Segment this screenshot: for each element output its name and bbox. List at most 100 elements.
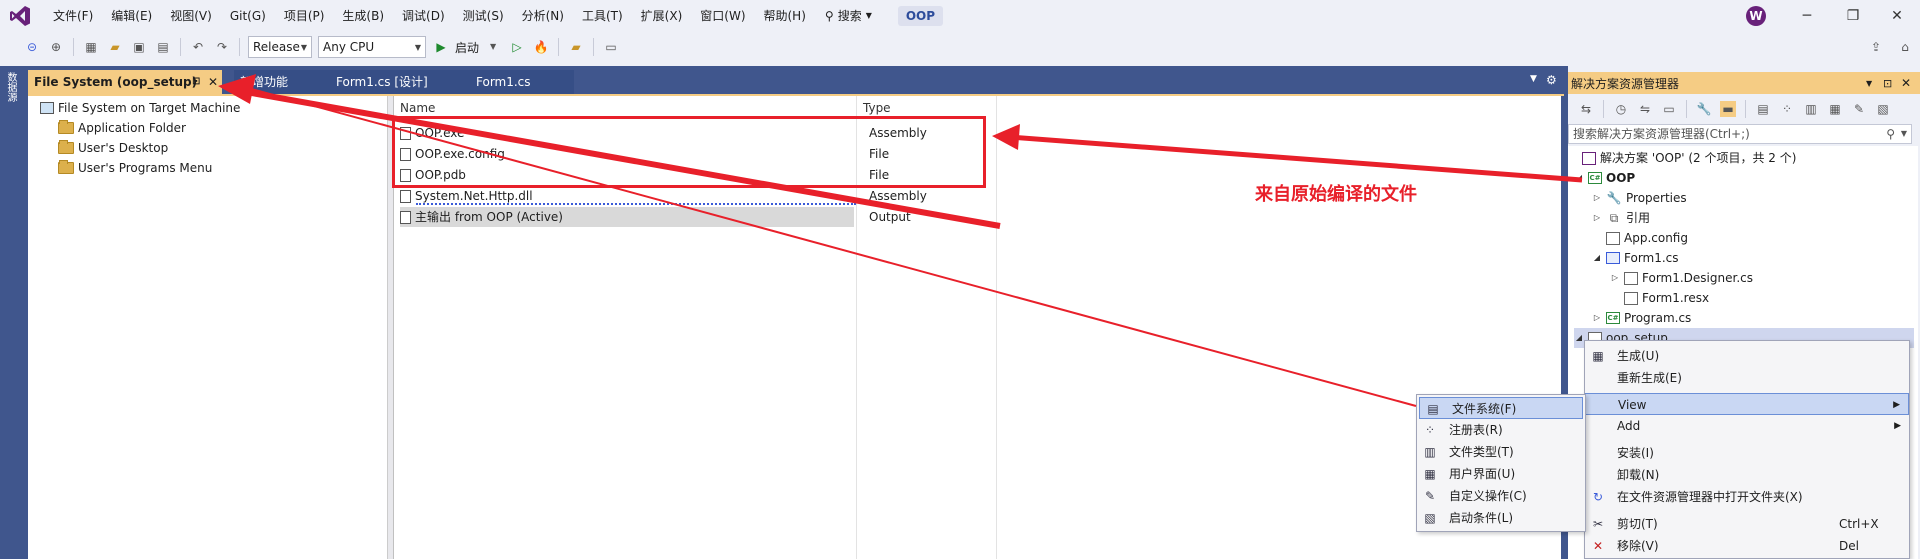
submenu-item-launch-conditions[interactable]: ▧ 启动条件(L) — [1417, 507, 1585, 529]
pending-changes-icon[interactable]: ⇋ — [1637, 101, 1653, 117]
start-button-label[interactable]: 启动 — [455, 39, 479, 56]
column-header-name[interactable]: Name — [400, 101, 435, 115]
configuration-dropdown[interactable]: Release ▼ — [248, 36, 312, 58]
registry-editor-icon[interactable]: ⁘ — [1779, 101, 1795, 117]
hot-reload-icon[interactable]: 🔥 — [533, 39, 549, 55]
tree-node-program[interactable]: ▷ C# Program.cs — [1592, 308, 1691, 328]
save-all-icon[interactable]: ▤ — [155, 39, 171, 55]
menu-item-uninstall[interactable]: 卸载(N) — [1585, 464, 1909, 486]
tree-node-users-programs-menu[interactable]: User's Programs Menu — [58, 158, 212, 178]
collapse-all-icon[interactable]: ▭ — [1661, 101, 1677, 117]
submenu-item-registry[interactable]: ⁘ 注册表(R) — [1417, 419, 1585, 441]
tree-node-form1[interactable]: ◢ Form1.cs — [1592, 248, 1679, 268]
expanded-arrow-icon[interactable]: ◢ — [1592, 248, 1602, 268]
menu-item-rebuild[interactable]: 重新生成(E) — [1585, 367, 1909, 389]
open-folder-icon[interactable]: ▰ — [107, 39, 123, 55]
tab-file-system[interactable]: File System (oop_setup) ⊡ ✕ — [28, 70, 222, 94]
menu-item-remove[interactable]: ✕ 移除(V) Del — [1585, 535, 1909, 557]
file-system-editor-icon[interactable]: ▤ — [1755, 101, 1771, 117]
chevron-down-icon[interactable]: ▼ — [485, 39, 501, 55]
user-interface-editor-icon[interactable]: ▦ — [1827, 101, 1843, 117]
chevron-down-icon[interactable]: ▼ — [1866, 79, 1872, 88]
menu-debug[interactable]: 调试(D) — [393, 0, 454, 32]
submenu-item-custom-actions[interactable]: ✎ 自定义操作(C) — [1417, 485, 1585, 507]
collapsed-arrow-icon[interactable]: ▷ — [1592, 208, 1602, 228]
menu-extensions[interactable]: 扩展(X) — [632, 0, 692, 32]
forward-icon[interactable]: ⊕ — [48, 39, 64, 55]
data-sources-tab[interactable]: 数据源 — [5, 72, 18, 102]
menu-analyze[interactable]: 分析(N) — [513, 0, 573, 32]
tree-node-application-folder[interactable]: Application Folder — [58, 118, 186, 138]
platform-dropdown[interactable]: Any CPU ▼ — [318, 36, 426, 58]
user-avatar[interactable]: W — [1746, 6, 1766, 26]
close-window-button[interactable]: ✕ — [1874, 0, 1920, 32]
solution-explorer-search[interactable]: 搜索解决方案资源管理器(Ctrl+;) ⚲ ▼ — [1568, 124, 1912, 144]
menu-file[interactable]: 文件(F) — [44, 0, 102, 32]
share-icon[interactable]: ⇪ — [1868, 39, 1884, 55]
submenu-item-file-types[interactable]: ▥ 文件类型(T) — [1417, 441, 1585, 463]
sync-icon[interactable]: ⇆ — [1578, 101, 1594, 117]
menu-item-add[interactable]: Add ▶ — [1585, 415, 1909, 437]
start-without-debugging-icon[interactable]: ▷ — [509, 39, 525, 55]
collapsed-arrow-icon[interactable]: ▷ — [1610, 268, 1620, 288]
pin-icon[interactable]: ⊡ — [192, 70, 200, 94]
tab-form1-designer[interactable]: Form1.cs [设计] — [330, 70, 470, 94]
menu-window[interactable]: 窗口(W) — [691, 0, 754, 32]
tree-node-app-config[interactable]: App.config — [1606, 228, 1688, 248]
search-icon[interactable]: ⚲ — [1886, 125, 1895, 143]
tab-form1-cs[interactable]: Form1.cs — [470, 70, 574, 94]
tab-overflow-icon[interactable]: ▼ — [1530, 74, 1537, 84]
menu-item-install[interactable]: 安装(I) — [1585, 442, 1909, 464]
redo-icon[interactable]: ↷ — [214, 39, 230, 55]
explorer-icon[interactable]: ▰ — [568, 39, 584, 55]
feedback-icon[interactable]: ⌂ — [1897, 39, 1913, 55]
submenu-item-file-system[interactable]: ▤ 文件系统(F) — [1419, 397, 1583, 419]
menu-item-open-in-explorer[interactable]: ↻ 在文件资源管理器中打开文件夹(X) — [1585, 486, 1909, 508]
tree-node-references[interactable]: ▷ ⧉ 引用 — [1592, 208, 1650, 228]
back-icon[interactable]: ⊝ — [24, 39, 40, 55]
tree-root-node[interactable]: File System on Target Machine — [40, 98, 240, 118]
file-types-editor-icon[interactable]: ▥ — [1803, 101, 1819, 117]
menu-project[interactable]: 项目(P) — [275, 0, 334, 32]
menu-item-view[interactable]: View ▶ — [1585, 393, 1909, 415]
menu-tools[interactable]: 工具(T) — [573, 0, 632, 32]
tree-node-properties[interactable]: ▷ 🔧 Properties — [1592, 188, 1687, 208]
menu-edit[interactable]: 编辑(E) — [102, 0, 161, 32]
collapsed-arrow-icon[interactable]: ▷ — [1592, 188, 1602, 208]
pin-icon[interactable]: ⊡ — [1883, 77, 1892, 90]
menu-test[interactable]: 测试(S) — [454, 0, 513, 32]
launch-conditions-editor-icon[interactable]: ▧ — [1875, 101, 1891, 117]
tree-node-form1-resx[interactable]: Form1.resx — [1624, 288, 1709, 308]
expanded-arrow-icon[interactable]: ◢ — [1574, 328, 1584, 348]
new-project-icon[interactable]: ▦ — [83, 39, 99, 55]
custom-actions-editor-icon[interactable]: ✎ — [1851, 101, 1867, 117]
restore-button[interactable]: ❐ — [1830, 0, 1876, 32]
close-icon[interactable]: ✕ — [1901, 76, 1911, 90]
menu-item-build[interactable]: ▦ 生成(U) — [1585, 345, 1909, 367]
menu-view[interactable]: 视图(V) — [161, 0, 221, 32]
close-tab-icon[interactable]: ✕ — [208, 70, 218, 94]
properties-icon[interactable]: 🔧 — [1696, 101, 1712, 117]
save-icon[interactable]: ▣ — [131, 39, 147, 55]
menu-help[interactable]: 帮助(H) — [755, 0, 815, 32]
visual-studio-logo-icon[interactable] — [8, 4, 32, 28]
menu-git[interactable]: Git(G) — [221, 0, 275, 32]
gear-icon[interactable]: ⚙ — [1546, 73, 1557, 87]
chevron-down-icon[interactable]: ▼ — [1901, 125, 1907, 143]
tree-node-users-desktop[interactable]: User's Desktop — [58, 138, 168, 158]
solution-node[interactable]: 解决方案 'OOP' (2 个项目，共 2 个) — [1582, 148, 1796, 168]
layout-icon[interactable]: ▭ — [603, 39, 619, 55]
start-icon[interactable]: ▶ — [433, 39, 449, 55]
search-button[interactable]: ⚲ 搜索 ▼ — [815, 0, 882, 32]
column-header-type[interactable]: Type — [863, 101, 891, 115]
project-node-oop[interactable]: ◢ C# OOP — [1574, 168, 1635, 188]
menu-item-cut[interactable]: ✂ 剪切(T) Ctrl+X — [1585, 513, 1909, 535]
tree-node-form1-designer[interactable]: ▷ Form1.Designer.cs — [1610, 268, 1753, 288]
undo-icon[interactable]: ↶ — [190, 39, 206, 55]
minimize-button[interactable]: ─ — [1784, 0, 1830, 32]
collapsed-arrow-icon[interactable]: ▷ — [1592, 308, 1602, 328]
submenu-item-user-interface[interactable]: ▦ 用户界面(U) — [1417, 463, 1585, 485]
menu-build[interactable]: 生成(B) — [333, 0, 393, 32]
history-icon[interactable]: ◷ — [1613, 101, 1629, 117]
preview-icon[interactable]: ▬ — [1720, 101, 1736, 117]
